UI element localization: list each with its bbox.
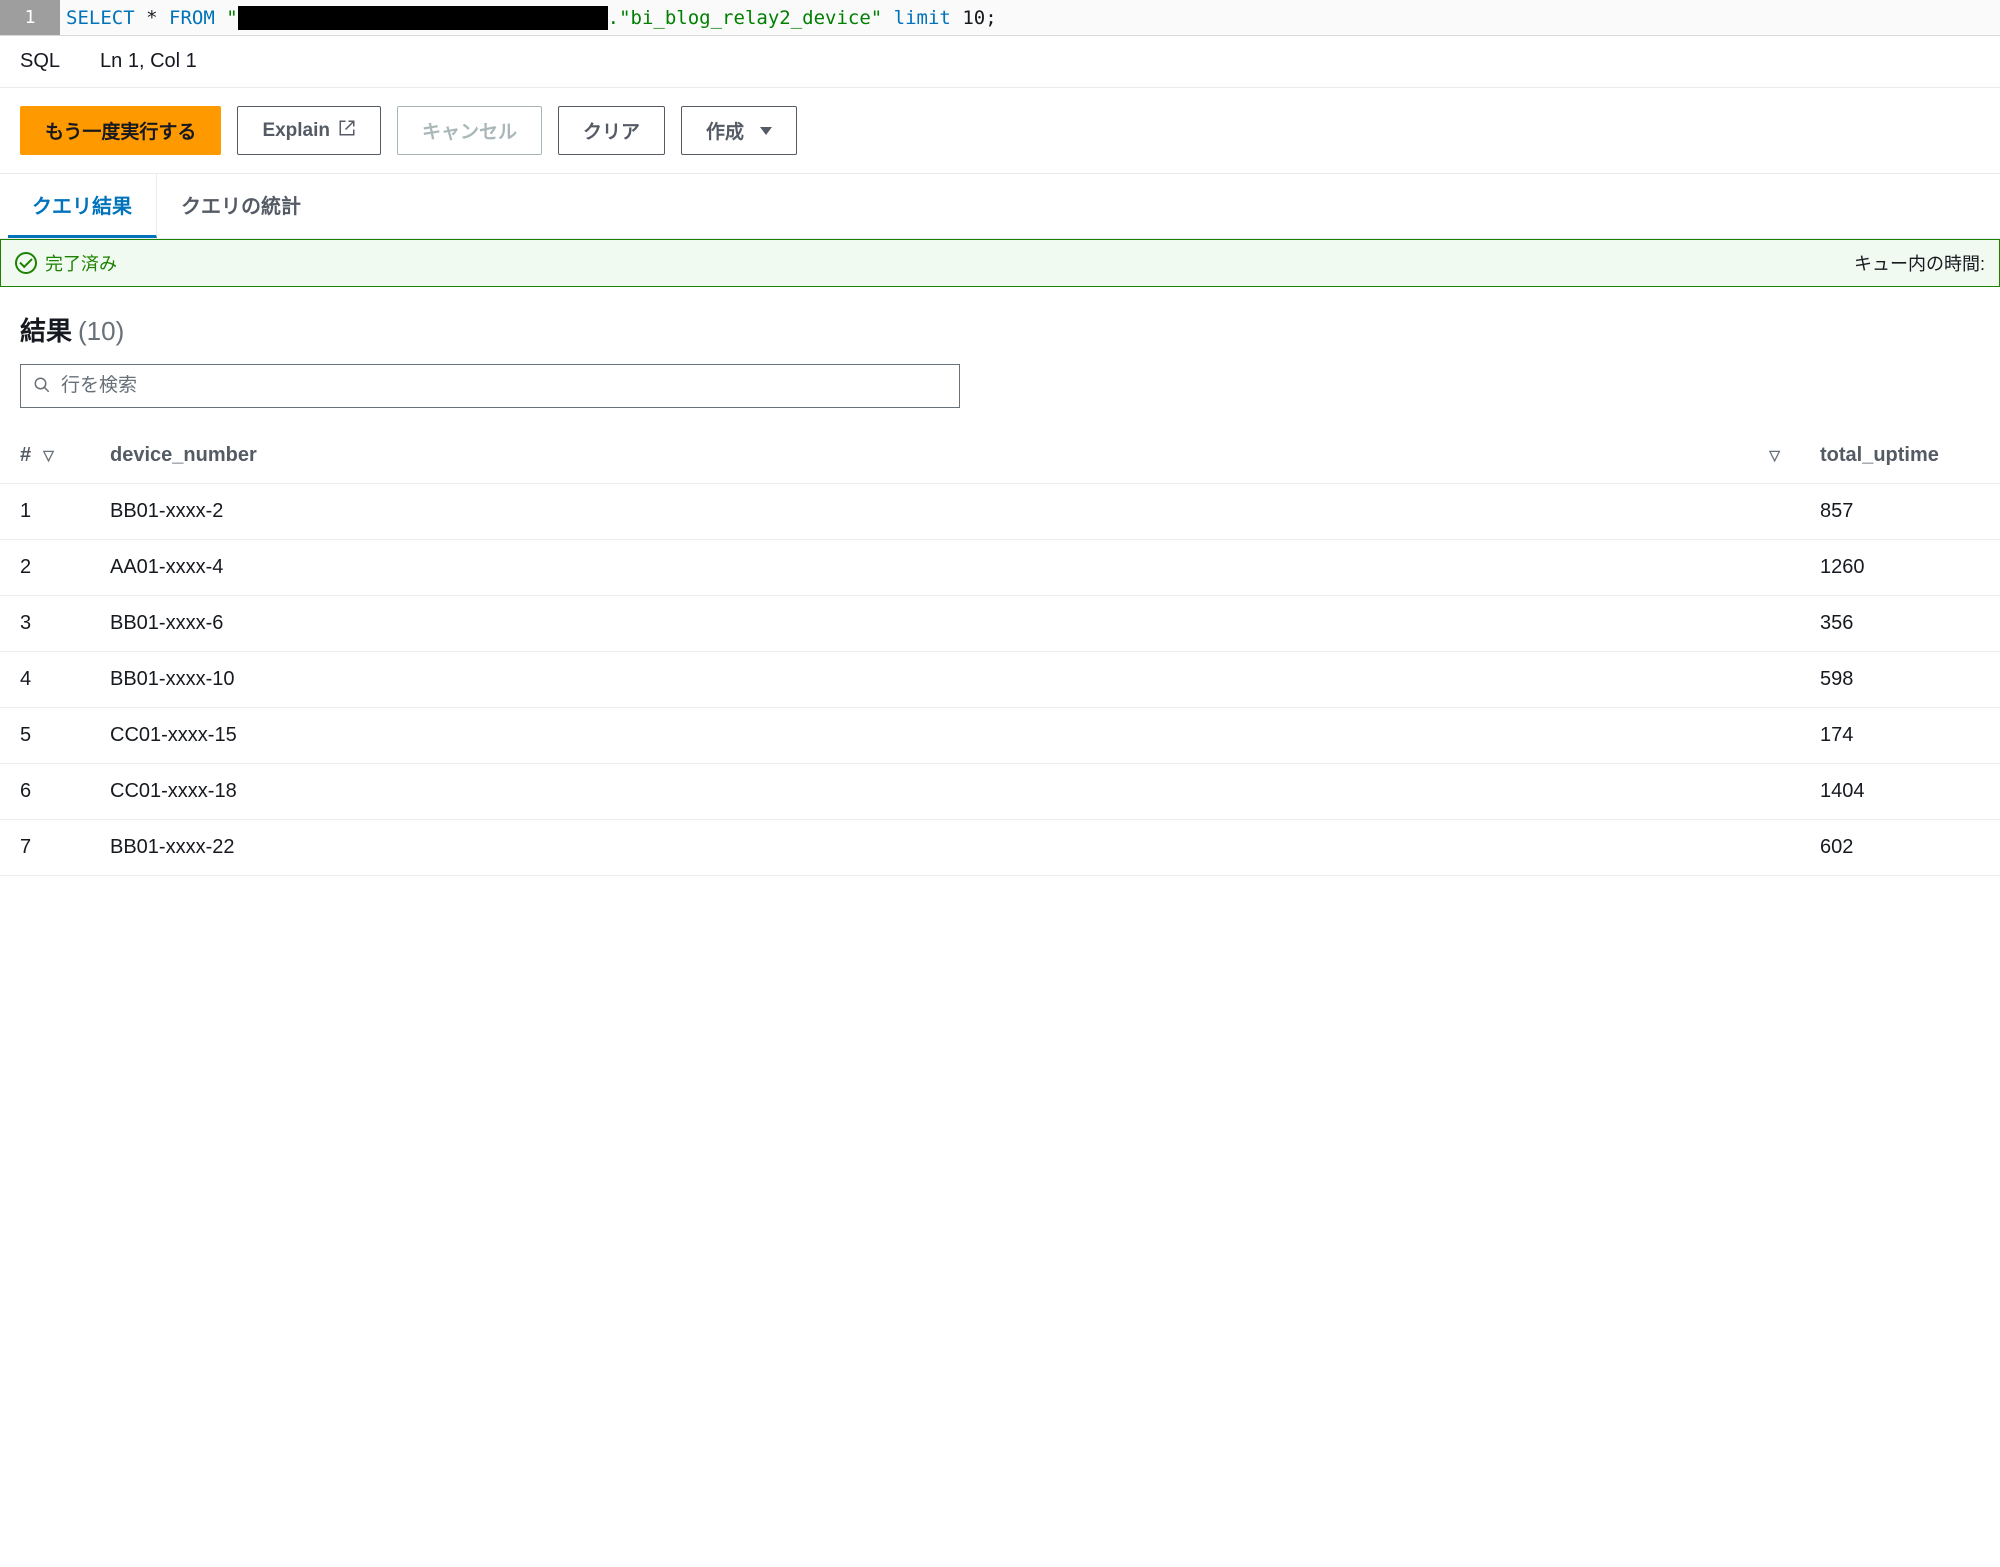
run-again-button[interactable]: もう一度実行する: [20, 106, 221, 155]
column-header-device-number-label: device_number: [110, 444, 257, 467]
search-input[interactable]: [61, 375, 947, 397]
action-bar: もう一度実行する Explain キャンセル クリア 作成: [0, 88, 2000, 173]
cell-total-uptime: 174: [1800, 708, 2000, 764]
sql-star: *: [146, 7, 157, 29]
table-row[interactable]: 5 CC01-xxxx-15 174: [0, 708, 2000, 764]
cell-total-uptime: 602: [1800, 820, 2000, 876]
run-again-label: もう一度実行する: [45, 117, 196, 144]
line-number: 1: [25, 7, 36, 28]
explain-label: Explain: [262, 120, 330, 142]
sql-table-name: ."bi_blog_relay2_device": [608, 7, 883, 29]
cell-total-uptime: 857: [1800, 484, 2000, 540]
table-body: 1 BB01-xxxx-2 857 2 AA01-xxxx-4 1260 3 B…: [0, 484, 2000, 876]
create-button[interactable]: 作成: [681, 106, 797, 155]
table-row[interactable]: 2 AA01-xxxx-4 1260: [0, 540, 2000, 596]
sql-semicolon: ;: [985, 7, 996, 29]
sql-limit-value: 10: [962, 7, 985, 29]
table-row[interactable]: 3 BB01-xxxx-6 356: [0, 596, 2000, 652]
search-icon: [33, 376, 51, 397]
status-banner: 完了済み キュー内の時間:: [0, 239, 2000, 287]
tab-query-results[interactable]: クエリ結果: [8, 174, 157, 238]
results-table: # device_number total_uptime 1 BB01-xxxx…: [0, 428, 2000, 876]
cell-device-number: BB01-xxxx-22: [90, 820, 1800, 876]
cell-total-uptime: 598: [1800, 652, 2000, 708]
cell-device-number: BB01-xxxx-10: [90, 652, 1800, 708]
table-row[interactable]: 4 BB01-xxxx-10 598: [0, 652, 2000, 708]
cell-device-number: CC01-xxxx-15: [90, 708, 1800, 764]
sort-icon[interactable]: [1769, 447, 1780, 464]
sql-editor[interactable]: 1 SELECT * FROM " ."bi_blog_relay2_devic…: [0, 0, 2000, 36]
cell-index: 3: [0, 596, 90, 652]
cell-device-number: CC01-xxxx-18: [90, 764, 1800, 820]
sql-keyword-select: SELECT: [66, 7, 135, 29]
table-row[interactable]: 1 BB01-xxxx-2 857: [0, 484, 2000, 540]
results-count: (10): [78, 316, 124, 347]
cursor-position: Ln 1, Col 1: [100, 50, 197, 73]
cell-index: 6: [0, 764, 90, 820]
tab-query-results-label: クエリ結果: [32, 196, 132, 218]
cell-index: 5: [0, 708, 90, 764]
success-check-icon: [15, 252, 37, 274]
sql-code-line[interactable]: SELECT * FROM " ."bi_blog_relay2_device"…: [60, 0, 2000, 35]
tab-query-stats[interactable]: クエリの統計: [157, 174, 325, 238]
cell-index: 2: [0, 540, 90, 596]
clear-button[interactable]: クリア: [558, 106, 665, 155]
results-heading: 結果 (10): [0, 287, 2000, 364]
column-header-device-number[interactable]: device_number: [90, 428, 1800, 484]
sql-keyword-limit: limit: [894, 7, 951, 29]
redacted-schema-name: [238, 6, 608, 30]
cell-device-number: BB01-xxxx-2: [90, 484, 1800, 540]
cell-total-uptime: 1404: [1800, 764, 2000, 820]
line-number-gutter: 1: [0, 0, 60, 35]
table-row[interactable]: 7 BB01-xxxx-22 602: [0, 820, 2000, 876]
editor-status-bar: SQL Ln 1, Col 1: [0, 36, 2000, 88]
cell-index: 4: [0, 652, 90, 708]
status-completed-text: 完了済み: [45, 250, 117, 276]
cell-total-uptime: 1260: [1800, 540, 2000, 596]
queue-time-label: キュー内の時間:: [1854, 250, 1985, 276]
language-label: SQL: [20, 50, 60, 73]
table-row[interactable]: 6 CC01-xxxx-18 1404: [0, 764, 2000, 820]
cell-index: 1: [0, 484, 90, 540]
cell-device-number: BB01-xxxx-6: [90, 596, 1800, 652]
column-header-index-label: #: [20, 444, 31, 467]
sql-keyword-from: FROM: [169, 7, 215, 29]
cell-device-number: AA01-xxxx-4: [90, 540, 1800, 596]
cell-total-uptime: 356: [1800, 596, 2000, 652]
results-title: 結果: [20, 311, 72, 348]
clear-label: クリア: [583, 117, 640, 144]
cancel-button: キャンセル: [397, 106, 542, 155]
column-header-total-uptime[interactable]: total_uptime: [1800, 428, 2000, 484]
sort-icon[interactable]: [43, 447, 54, 464]
sql-quote: ": [226, 7, 237, 29]
column-header-index[interactable]: #: [0, 428, 90, 484]
table-header-row: # device_number total_uptime: [0, 428, 2000, 484]
cancel-label: キャンセル: [422, 117, 517, 144]
search-wrap: [0, 364, 2000, 428]
tab-query-stats-label: クエリの統計: [181, 196, 301, 218]
search-box[interactable]: [20, 364, 960, 408]
explain-button[interactable]: Explain: [237, 106, 381, 155]
cell-index: 7: [0, 820, 90, 876]
create-label: 作成: [706, 117, 744, 144]
results-tabs: クエリ結果 クエリの統計: [0, 173, 2000, 239]
column-header-total-uptime-label: total_uptime: [1820, 444, 1939, 467]
external-link-icon: [338, 119, 356, 143]
